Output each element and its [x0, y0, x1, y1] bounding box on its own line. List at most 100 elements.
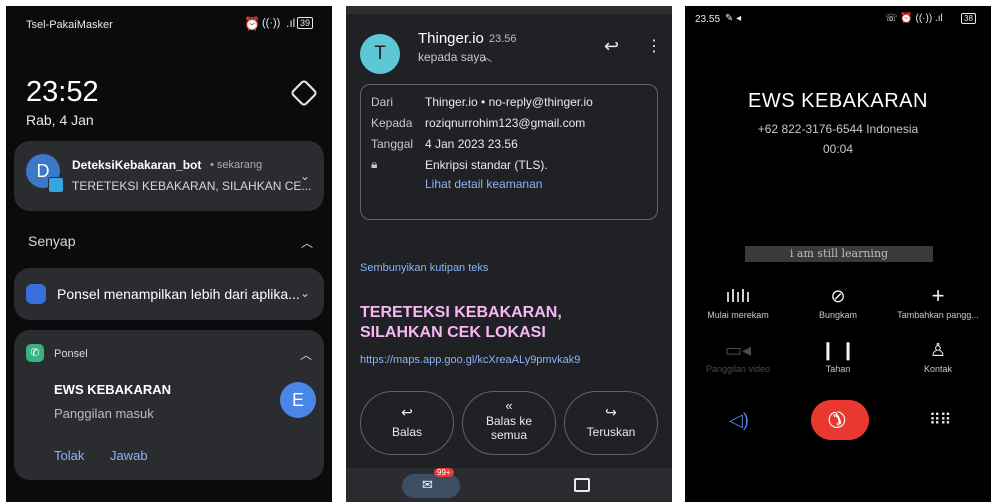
sender-avatar: T [360, 34, 400, 74]
chevron-up-icon[interactable]: ︿ [301, 234, 313, 251]
hangup-icon: ✆ [821, 403, 852, 435]
answer-button[interactable]: Jawab [110, 448, 148, 463]
email-panel: T Thinger.io 23.56 kepada saya ︿ ↩ ⋮ Dar… [346, 6, 672, 502]
video-icon[interactable] [574, 478, 590, 492]
contacts-button[interactable]: ♙ Kontak [888, 336, 988, 374]
record-button[interactable]: ıIıIı Mulai merekam [688, 282, 788, 320]
alarm-icon: ⏰ [244, 16, 261, 31]
email-time: 23.56 [489, 33, 517, 45]
reply-label: Balas [391, 425, 423, 439]
person-icon: ♙ [929, 340, 947, 360]
notification-text: TERETEKSI KEBAKARAN, SILAHKAN CE... [72, 179, 312, 193]
system-notification[interactable]: Ponsel menampilkan lebih dari aplika... … [14, 268, 324, 320]
reply-all-icon: « [505, 398, 513, 413]
call-duration: 00:04 [822, 142, 854, 156]
video-icon: ▭◂ [724, 340, 752, 360]
mute-label: Bungkam [818, 310, 858, 320]
status-icons-left: ✎ ◂ [725, 13, 742, 24]
reply-all-label-2: semua [490, 428, 528, 442]
carrier-label: Tsel-PakaiMasker [26, 19, 113, 31]
overlay-notification-text: Ponsel menampilkan lebih dari aplika... [57, 286, 300, 302]
pause-icon: ❙ ❙ [820, 340, 856, 360]
video-call-button[interactable]: ▭◂ Panggilan video [688, 336, 788, 374]
call-panel: 23.55 ✎ ◂ ☏ ⏰ ((·)) .ıl 38 EWS KEBAKARAN… [685, 6, 991, 502]
email-headline-line2: SILAHKAN CEK LOKASI [360, 324, 546, 341]
layers-icon [26, 284, 46, 304]
reply-icon[interactable]: ↩ [604, 36, 619, 57]
notification-app-name: DeteksiKebakaran_bot [72, 158, 202, 172]
status-icons-right: ☏ ⏰ ((·)) .ıl [885, 13, 943, 24]
lock-icon: 🔒︎ [371, 157, 378, 171]
end-call-button[interactable]: ✆ [811, 400, 869, 440]
phone-app-name: Ponsel [54, 348, 88, 360]
to-label: Kepada [371, 116, 413, 130]
contacts-label: Kontak [923, 364, 953, 374]
waveform-icon: ıIıIı [725, 286, 751, 306]
to-value: roziqnurrohim123@gmail.com [425, 116, 586, 130]
security-text: Enkripsi standar (TLS). [425, 158, 548, 172]
keypad-icon[interactable]: ⠿⠿ [929, 410, 951, 430]
chevron-up-icon[interactable]: ︿ [481, 49, 492, 65]
clock-time: 23:52 [26, 76, 99, 108]
unread-badge: 99+ [434, 468, 454, 477]
caller-number-line: +62 822-3176-6544 Indonesia [685, 122, 991, 136]
caller-number: +62 822-3176-6544 [757, 122, 863, 136]
security-details-link[interactable]: Lihat detail keamanan [425, 177, 542, 191]
more-options-icon[interactable]: ⋮ [646, 36, 662, 56]
record-label: Mulai merekam [707, 310, 769, 320]
bottom-nav: ✉ 99+ [346, 468, 672, 502]
settings-icon[interactable] [289, 78, 319, 108]
phone-icon: ✆ [26, 344, 44, 362]
forward-icon: ↪ [605, 404, 617, 420]
mic-off-icon: ⊘ [830, 286, 846, 306]
caller-country: Indonesia [866, 122, 919, 136]
chevron-down-icon[interactable]: ⌄ [300, 169, 310, 183]
forward-button[interactable]: ↪ Teruskan [564, 391, 658, 455]
battery-icon: 38 [961, 13, 976, 24]
plus-icon: + [931, 283, 945, 308]
reply-all-button[interactable]: « Balas ke semua [462, 391, 556, 455]
call-status: Panggilan masuk [54, 406, 154, 421]
caller-name: EWS KEBAKARAN [748, 90, 928, 112]
hold-button[interactable]: ❙ ❙ Tahan [788, 336, 888, 374]
telegram-notification[interactable]: D DeteksiKebakaran_bot • sekarang TERETE… [14, 141, 324, 211]
hide-quote-link[interactable]: Sembunyikan kutipan teks [360, 262, 488, 274]
add-call-button[interactable]: + Tambahkan pangg... [888, 282, 988, 320]
speaker-icon[interactable]: ◁) [729, 410, 749, 431]
sender-name: Thinger.io [418, 30, 484, 47]
caller-name: EWS KEBAKARAN [54, 382, 171, 397]
incoming-call-notification[interactable]: ✆ Ponsel ︿ EWS KEBAKARAN Panggilan masuk… [14, 330, 324, 480]
from-label: Dari [371, 95, 394, 109]
decline-button[interactable]: Tolak [54, 448, 84, 463]
hotspot-icon: ((·)) [262, 17, 281, 29]
date-value: 4 Jan 2023 23.56 [425, 137, 518, 151]
email-details-box: Dari Thinger.io • no-reply@thinger.io Ke… [360, 84, 658, 220]
caller-avatar: E [280, 382, 316, 418]
notification-time: • sekarang [210, 159, 263, 171]
hold-label: Tahan [825, 364, 851, 374]
watermark: i am still learning [745, 246, 933, 262]
clock-date: Rab, 4 Jan [26, 112, 94, 128]
chevron-up-icon[interactable]: ︿ [300, 346, 312, 363]
battery-icon: 39 [297, 17, 314, 29]
mute-button[interactable]: ⊘ Bungkam [788, 282, 888, 320]
chevron-down-icon[interactable]: ⌄ [300, 286, 310, 300]
video-call-label: Panggilan video [705, 364, 771, 374]
mail-icon: ✉ [422, 477, 433, 492]
lockscreen-panel: Tsel-PakaiMasker ⏰ ((·)) .ıl 39 23:52 Ra… [6, 6, 332, 502]
reply-icon: ↩ [401, 404, 413, 420]
section-title: Senyap [28, 233, 76, 249]
reply-all-label-1: Balas ke [485, 414, 533, 428]
mail-tab[interactable]: ✉ 99+ [402, 468, 460, 498]
top-bar [346, 6, 672, 14]
status-time: 23.55 [695, 14, 721, 25]
forward-label: Teruskan [586, 425, 636, 439]
telegram-icon [48, 177, 64, 193]
add-call-label: Tambahkan pangg... [897, 310, 979, 320]
maps-link[interactable]: https://maps.app.goo.gl/kcXreaALy9pmvkak… [360, 354, 580, 366]
recipient-toggle[interactable]: kepada saya [418, 50, 486, 64]
date-label: Tanggal [371, 137, 414, 151]
reply-button[interactable]: ↩ Balas [360, 391, 454, 455]
email-headline-line1: TERETEKSI KEBAKARAN, [360, 304, 562, 321]
signal-icon: .ıl [286, 16, 296, 30]
